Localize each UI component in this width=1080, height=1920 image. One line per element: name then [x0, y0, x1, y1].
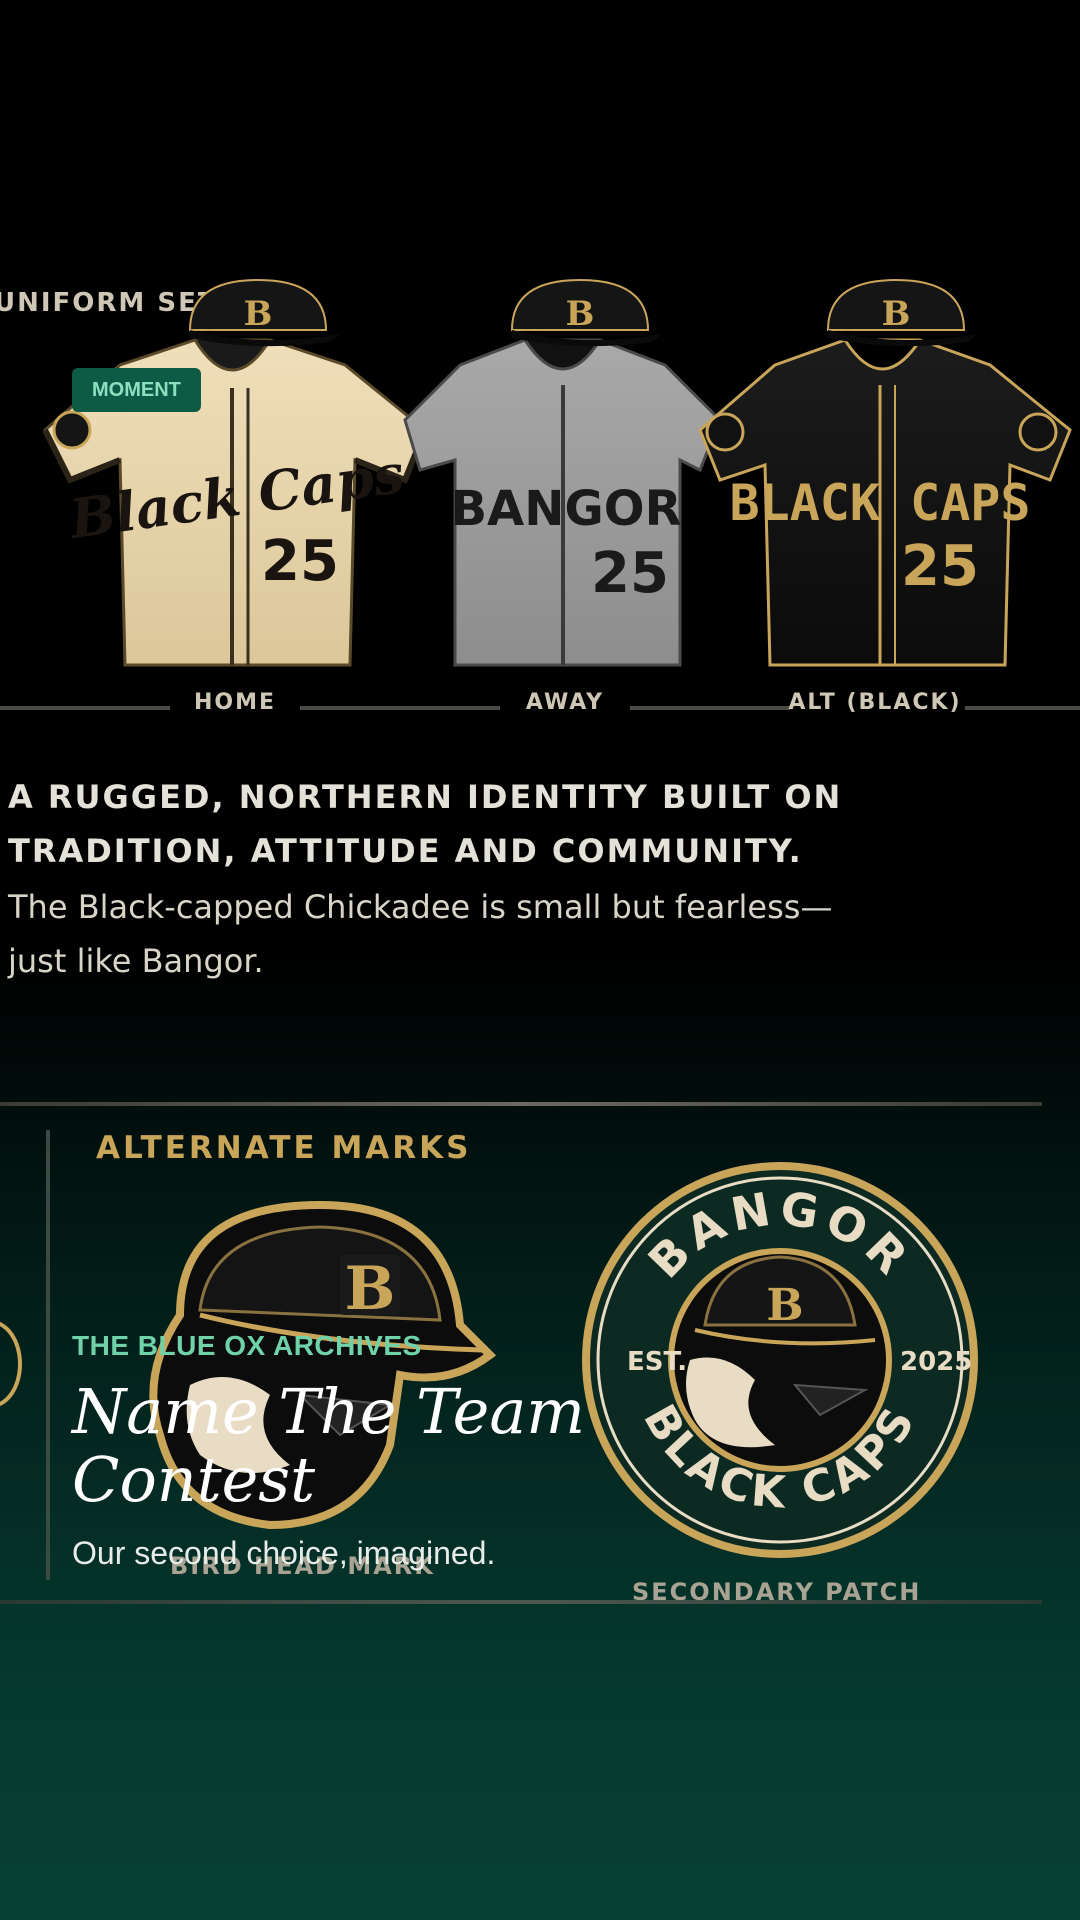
kit-divider	[300, 706, 500, 710]
story-title: Name The Team Contest	[72, 1375, 586, 1516]
patch-right-text: 2025	[900, 1347, 972, 1377]
kit-divider	[630, 706, 790, 710]
kit-divider	[0, 706, 170, 710]
marks-vertical-divider	[46, 1130, 50, 1580]
away-wordmark: BANGOR	[450, 481, 681, 537]
alt-cap-letter: B	[882, 294, 911, 334]
identity-body-line-2: just like Bangor.	[8, 942, 264, 980]
kit-label-home: HOME	[193, 690, 277, 715]
identity-headline-line-1: A RUGGED, NORTHERN IDENTITY BUILT ON	[8, 778, 843, 816]
kit-label-away: AWAY	[525, 690, 605, 715]
identity-headline-line-2: TRADITION, ATTITUDE AND COMMUNITY.	[8, 832, 803, 870]
moment-tag: MOMENT	[72, 368, 201, 412]
kit-label-alt: ALT (BLACK)	[788, 690, 962, 715]
svg-text:B: B	[345, 1254, 396, 1324]
kit-divider	[965, 706, 1080, 710]
marks-top-divider	[0, 1102, 1042, 1106]
home-number: 25	[261, 529, 339, 594]
story-eyebrow: THE BLUE OX ARCHIVES	[72, 1330, 422, 1361]
patch-left-text: EST.	[627, 1347, 687, 1377]
story-subtitle: Our second choice, imagined.	[72, 1535, 496, 1571]
identity-body: The Black-capped Chickadee is small but …	[8, 880, 908, 988]
story-slide[interactable]: UNIFORM SET B B B Black Caps BANGOR BLAC…	[0, 0, 1080, 1920]
uniform-set-illustration: B B B Black Caps BANGOR BLACK CAPS 25 25…	[42, 278, 1072, 667]
partial-mark-icon	[0, 1320, 22, 1408]
svg-text:B: B	[766, 1280, 803, 1331]
away-number: 25	[591, 541, 669, 606]
alt-wordmark: BLACK CAPS	[729, 474, 1030, 532]
identity-headline: A RUGGED, NORTHERN IDENTITY BUILT ON TRA…	[8, 770, 908, 878]
away-cap-letter: B	[566, 294, 595, 334]
identity-body-line-1: The Black-capped Chickadee is small but …	[8, 888, 833, 926]
alt-number: 25	[901, 534, 979, 599]
alternate-marks-title: ALTERNATE MARKS	[96, 1130, 472, 1166]
home-cap-letter: B	[244, 294, 273, 334]
marks-bottom-divider	[0, 1600, 1042, 1604]
